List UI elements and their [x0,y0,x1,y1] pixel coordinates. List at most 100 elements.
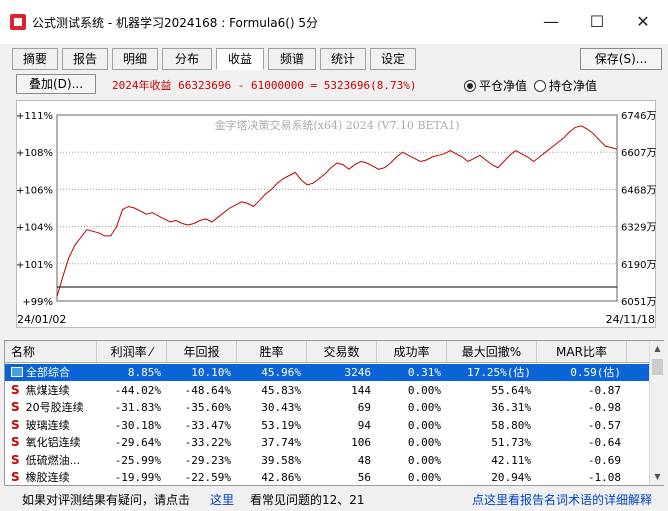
table-row[interactable]: S 低硫燃油... -25.99% -29.23% 39.58% 48 0.00% 42.11… [5,452,649,469]
row-name: 全部综合 [26,366,70,379]
table-cell-annual: -33.22% [184,436,231,449]
y-tick-left: +101% [17,260,53,271]
status-link-here[interactable]: 这里 [210,491,234,508]
scroll-down-icon[interactable]: ▼ [650,469,665,485]
overlay-button[interactable]: 叠加(D)... [16,74,96,94]
yield-summary: 2024年收益 66323696 - 61000000 = 5323696(8.… [112,79,417,92]
folder-icon [11,367,23,377]
table-cell-win: 45.96% [261,366,301,379]
strategy-s-icon: S [11,470,20,484]
strategy-s-icon: S [11,435,20,449]
table-cell-annual: 10.10% [191,366,231,379]
close-button[interactable]: ✕ [620,8,666,36]
row-name: 橡胶连续 [25,471,70,484]
tab-spectrum[interactable]: 频谱 [268,48,316,70]
tab-summary[interactable]: 摘要 [12,48,58,70]
table-cell-success: 0.00% [407,383,441,397]
table-cell-profit: -31.83% [114,401,161,414]
row-name: 焦煤连续 [25,383,70,397]
table-cell-win: 30.43% [261,401,301,414]
table-cell-mar: -0.87 [587,383,621,397]
column-header[interactable]: 胜率 [237,341,307,363]
table-cell-profit: -44.02% [114,383,161,397]
y-tick-right: 6051万 [621,297,656,308]
table-cell-name: S 氧化铝连续 [5,434,97,451]
x-tick-start: 24/01/02 [17,313,66,326]
plot-area [56,114,618,302]
column-header[interactable]: 交易数 [307,341,377,363]
strategy-s-icon: S [11,400,20,414]
table-row[interactable]: S 焦煤连续 -44.02% -48.64% 45.83% 144 0.00% 55.64% -… [5,382,649,399]
tab-statistics[interactable]: 统计 [320,48,366,70]
tab-details[interactable]: 明细 [112,48,158,70]
scroll-thumb[interactable] [652,359,663,375]
row-name: 20号胶连续 [25,401,84,414]
tab-distribution[interactable]: 分布 [162,48,212,70]
window-title: 公式测试系统 - 机器学习2024168 : Formula6() 5分 [32,16,319,30]
table-row[interactable]: S 氧化铝连续 -29.64% -33.22% 37.74% 106 0.00% 51.73%… [5,434,649,451]
table-cell-win: 45.83% [261,383,301,397]
table-cell-name: S 焦煤连续 [5,382,97,399]
radio-flat-nav[interactable]: 平仓净值 [464,77,527,94]
table-cell-trades: 56 [357,471,371,484]
chart-watermark: 金字塔决策交易系统(x64) 2024 (V7.10 BETA1) [214,118,459,132]
table-cell-annual: -33.47% [184,418,231,432]
strategy-s-icon: S [11,417,20,432]
table-cell-mar: -0.64 [587,436,621,449]
table-cell-win: 42.86% [261,471,301,484]
table-row[interactable]: S 玻璃连续 -30.18% -33.47% 53.19% 94 0.00% 58.80% -0… [5,417,649,434]
status-faq: 看常见问题的12、21 [250,493,365,507]
table-cell-profit: -19.99% [114,471,161,484]
table-cell-success: 0.00% [407,401,441,414]
radio-hold-nav[interactable]: 持仓净值 [534,77,597,94]
table-cell-mar: -0.69 [587,453,621,467]
tab-settings[interactable]: 设定 [370,48,416,70]
y-tick-left: +104% [17,223,53,234]
table-cell-name: S 玻璃连续 [5,417,97,434]
save-button[interactable]: 保存(S)... [580,48,662,70]
scroll-up-icon[interactable]: ▲ [650,341,665,357]
row-name: 玻璃连续 [25,418,70,432]
tab-yield[interactable]: 收益 [216,48,264,70]
status-link-glossary[interactable]: 点这里看报告名词术语的详细解释 [472,491,652,508]
minimize-button[interactable]: — [528,8,574,36]
column-header[interactable]: 名称 [5,341,97,363]
vertical-scrollbar[interactable]: ▲ ▼ [649,341,664,485]
tab-bar: 摘要 报告 明细 分布 收益 频谱 统计 设定 [0,44,668,72]
y-tick-right: 6746万 [621,111,656,122]
column-header[interactable]: MAR比率 [537,341,627,363]
column-header[interactable]: 成功率 [377,341,447,363]
row-name: 低硫燃油... [25,453,81,467]
table-cell-drawdown: 42.11% [491,453,531,467]
table-cell-trades: 69 [357,401,371,414]
tab-report[interactable]: 报告 [62,48,108,70]
maximize-button[interactable]: ☐ [574,8,620,36]
table-cell-success: 0.00% [407,418,441,432]
table-row[interactable]: S 橡胶连续 -19.99% -22.59% 42.86% 56 0.00% 20.94% -1… [5,469,649,486]
column-header[interactable]: 年回报 [167,341,237,363]
table-cell-drawdown: 58.80% [491,418,531,432]
status-bar: 如果对评测结果有疑问，请点击 这里 看常见问题的12、21 点这里看报告名词术语… [0,488,668,511]
table-cell-trades: 106 [351,436,371,449]
column-header[interactable]: 利润率 ⁄ [97,341,167,363]
y-tick-left: +111% [17,111,53,122]
table-cell-success: 0.00% [407,471,441,484]
status-prefix: 如果对评测结果有疑问，请点击 [22,493,191,507]
radio-flat-label: 平仓净值 [479,79,528,93]
table-row[interactable]: S 20号胶连续 -31.83% -35.60% 30.43% 69 0.00% 36.31%… [5,399,649,416]
table-header: 名称 利润率 ⁄ 年回报 胜率 交易数 成功率 最大回撤% MAR比率 [5,341,649,363]
table-row[interactable]: 全部综合 8.85% 10.10% 45.96% 3246 0.31% 17.25%(估) 0… [5,364,649,381]
table-cell-trades: 3246 [344,366,372,379]
table-cell-profit: -30.18% [114,418,161,432]
table-cell-drawdown: 36.31% [491,401,531,414]
equity-chart: +111% 6746万 +108% 6607万 +106% 6468万 +104% 6329万… [17,111,656,326]
table-cell-mar: -0.98 [587,401,621,414]
table-cell-drawdown: 20.94% [491,471,531,484]
y-tick-right: 6607万 [621,148,656,159]
column-header[interactable]: 最大回撤% [447,341,537,363]
results-table: 名称 利润率 ⁄ 年回报 胜率 交易数 成功率 最大回撤% MAR比率 全部综合 8.85% 10… [4,340,664,486]
y-tick-right: 6329万 [621,223,656,234]
table-cell-profit: -25.99% [114,453,161,467]
table-cell-annual: -29.23% [184,453,231,467]
strategy-s-icon: S [11,452,20,467]
